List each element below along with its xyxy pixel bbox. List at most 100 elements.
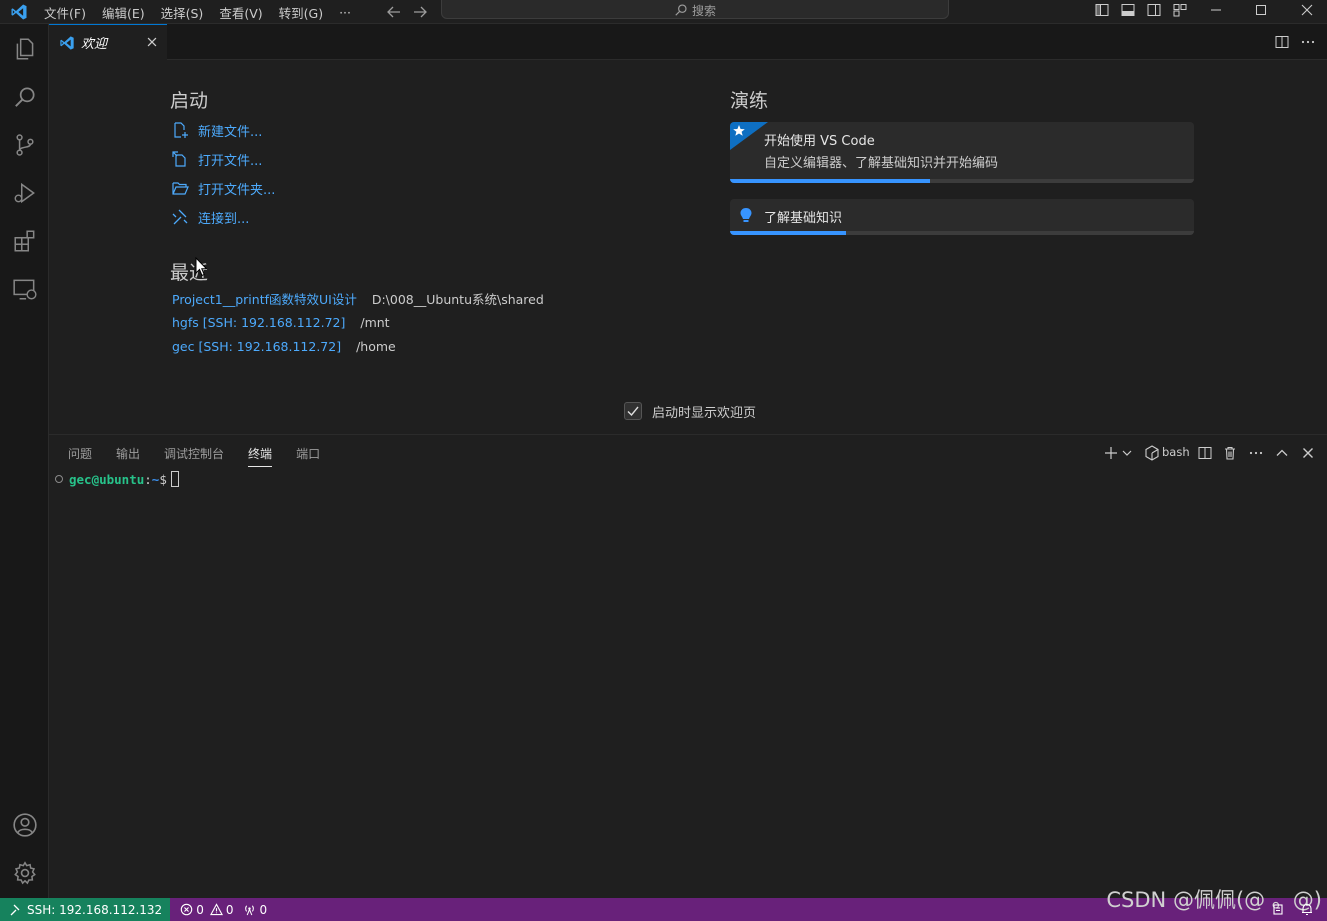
customize-layout-icon[interactable] xyxy=(1172,2,1188,18)
recent-item[interactable]: gec [SSH: 192.168.112.72] /home xyxy=(172,337,396,355)
vscode-logo-icon xyxy=(11,4,27,20)
ports-count: 0 xyxy=(259,902,268,917)
terminal-output[interactable]: gec@ubuntu : ~ $ xyxy=(55,471,179,487)
ports-status[interactable]: 0 xyxy=(243,903,267,917)
panel-tab-problems[interactable]: 问题 xyxy=(68,445,92,467)
search-placeholder: 搜索 xyxy=(691,3,716,18)
recent-item-path: D:\008__Ubuntu系统\shared xyxy=(371,291,544,307)
radio-tower-icon xyxy=(245,905,255,916)
vscode-logo-icon xyxy=(60,35,74,50)
title-bar: 文件(F) 编辑(E) 选择(S) 查看(V) 转到(G) ··· 搜索 xyxy=(0,0,1327,24)
notifications-bell-icon[interactable] xyxy=(1300,902,1314,916)
explorer-icon[interactable] xyxy=(12,36,38,62)
split-terminal-icon[interactable] xyxy=(1197,445,1213,461)
close-window-icon[interactable] xyxy=(1299,2,1315,18)
account-icon[interactable] xyxy=(12,812,38,838)
walkthrough-card-basics[interactable]: 了解基础知识 xyxy=(730,199,1194,235)
new-file-icon xyxy=(174,122,188,138)
new-file-label: 新建文件... xyxy=(198,124,263,140)
toggle-panel-icon[interactable] xyxy=(1120,2,1136,18)
bottom-panel: 问题 输出 调试控制台 终端 端口 bash gec@ubuntu : ~ $ xyxy=(49,434,1327,898)
run-debug-icon[interactable] xyxy=(12,180,38,206)
remote-indicator[interactable]: SSH: 192.168.112.132 xyxy=(0,898,171,921)
toggle-secondary-sidebar-icon[interactable] xyxy=(1146,2,1162,18)
prompt-separator: : xyxy=(144,471,152,487)
error-icon xyxy=(180,903,193,916)
tab-label: 欢迎 xyxy=(81,37,108,52)
checkmark-icon xyxy=(627,406,639,417)
maximize-icon[interactable] xyxy=(1253,2,1269,18)
remote-explorer-icon[interactable] xyxy=(12,276,38,302)
problems-status[interactable]: 0 0 xyxy=(180,903,233,917)
open-folder-link[interactable]: 打开文件夹... xyxy=(171,178,275,198)
open-folder-label: 打开文件夹... xyxy=(198,182,276,198)
menu-bar: 文件(F) 编辑(E) 选择(S) 查看(V) 转到(G) ··· xyxy=(36,0,359,24)
panel-tab-ports[interactable]: 端口 xyxy=(296,445,320,467)
star-badge-icon xyxy=(730,122,768,150)
walkthrough-card-get-started[interactable]: 开始使用 VS Code 自定义编辑器、了解基础知识并开始编码 xyxy=(730,122,1194,183)
more-actions-icon[interactable] xyxy=(1248,445,1264,461)
back-arrow-icon[interactable] xyxy=(384,2,404,22)
new-file-link[interactable]: 新建文件... xyxy=(171,120,262,140)
walkthrough-progress xyxy=(730,231,1194,235)
menu-view[interactable]: 查看(V) xyxy=(211,3,270,22)
tab-welcome[interactable]: 欢迎 xyxy=(49,24,167,60)
toggle-primary-sidebar-icon[interactable] xyxy=(1094,2,1110,18)
command-center-search[interactable]: 搜索 xyxy=(441,0,949,19)
menu-file[interactable]: 文件(F) xyxy=(36,3,94,22)
trash-icon[interactable] xyxy=(1222,445,1238,461)
mouse-cursor-icon xyxy=(195,257,208,277)
extensions-icon[interactable] xyxy=(12,228,38,254)
menu-go[interactable]: 转到(G) xyxy=(271,3,331,22)
accounts-status-icon[interactable] xyxy=(1271,902,1285,916)
minimize-icon[interactable] xyxy=(1208,2,1224,18)
recent-item-name[interactable]: gec [SSH: 192.168.112.72] xyxy=(172,339,341,354)
connect-to-label: 连接到... xyxy=(198,211,250,227)
remote-label: SSH: 192.168.112.132 xyxy=(27,902,163,917)
open-file-icon xyxy=(172,151,186,167)
welcome-page: 启动 新建文件... 打开文件... 打开文件夹... 连接到... 最近 Pr… xyxy=(49,60,1327,434)
recent-item-path: /home xyxy=(356,338,396,354)
terminal-name[interactable]: bash xyxy=(1162,445,1190,459)
panel-tab-output[interactable]: 输出 xyxy=(116,445,140,467)
search-icon[interactable] xyxy=(12,84,38,110)
walkthrough-title: 开始使用 VS Code xyxy=(764,134,875,149)
forward-arrow-icon[interactable] xyxy=(410,2,430,22)
watermark: CSDN @佩佩(@ 。@) xyxy=(1106,888,1322,912)
chevron-up-icon[interactable] xyxy=(1274,445,1290,461)
remote-connect-icon xyxy=(10,904,20,915)
recent-item-path: /mnt xyxy=(360,314,390,330)
menu-edit[interactable]: 编辑(E) xyxy=(94,3,153,22)
terminal-profile-icon xyxy=(1145,445,1159,461)
show-welcome-on-startup[interactable]: 启动时显示欢迎页 xyxy=(624,401,756,421)
prompt-symbol: $ xyxy=(159,471,167,487)
more-actions-icon[interactable] xyxy=(1300,34,1316,50)
startup-checkbox[interactable] xyxy=(624,402,642,420)
panel-tab-terminal[interactable]: 终端 xyxy=(248,445,273,467)
split-editor-icon[interactable] xyxy=(1274,34,1290,50)
settings-gear-icon[interactable] xyxy=(12,860,38,886)
recent-item[interactable]: Project1__printf函数特效UI设计 D:\008__Ubuntu系… xyxy=(172,289,544,307)
activity-bar xyxy=(0,24,49,898)
close-icon[interactable] xyxy=(145,35,159,49)
source-control-icon[interactable] xyxy=(12,132,38,158)
connect-to-link[interactable]: 连接到... xyxy=(171,207,249,227)
search-icon xyxy=(675,4,687,16)
remote-connect-icon xyxy=(172,209,188,225)
recent-item-name[interactable]: hgfs [SSH: 192.168.112.72] xyxy=(172,315,345,330)
recent-item[interactable]: hgfs [SSH: 192.168.112.72] /mnt xyxy=(172,313,390,331)
walkthrough-progress-fill xyxy=(730,231,846,235)
error-count: 0 xyxy=(196,902,204,917)
recent-item-name[interactable]: Project1__printf函数特效UI设计 xyxy=(172,289,357,308)
terminal-cursor xyxy=(170,471,179,487)
close-panel-icon[interactable] xyxy=(1300,445,1316,461)
walkthrough-progress xyxy=(730,179,1194,183)
menu-selection[interactable]: 选择(S) xyxy=(153,3,212,22)
new-terminal-icon[interactable] xyxy=(1103,445,1119,461)
chevron-down-icon[interactable] xyxy=(1121,445,1133,461)
command-decoration-icon xyxy=(55,475,63,483)
menu-more[interactable]: ··· xyxy=(331,5,359,20)
open-file-link[interactable]: 打开文件... xyxy=(171,149,262,169)
walkthrough-title: 了解基础知识 xyxy=(764,211,843,226)
panel-tab-debug-console[interactable]: 调试控制台 xyxy=(164,445,224,467)
